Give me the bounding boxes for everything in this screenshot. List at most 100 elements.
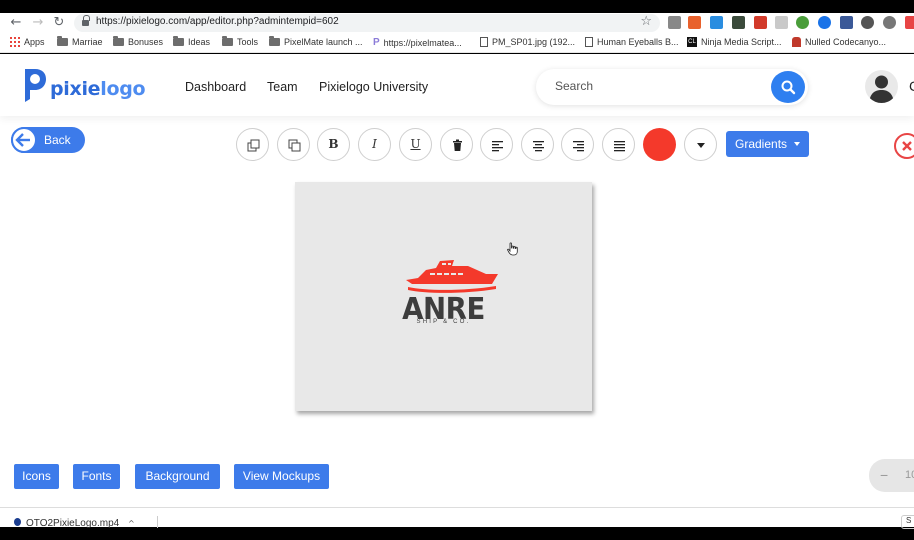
send-backward-button[interactable] — [236, 128, 269, 161]
folder-icon — [113, 36, 124, 46]
download-item[interactable]: OTO2PixieLogo.mp4 ^ — [14, 518, 135, 529]
bold-button[interactable]: B — [317, 128, 350, 161]
background-button[interactable]: Background — [135, 464, 220, 489]
align-left-button[interactable] — [480, 128, 513, 161]
address-bar[interactable]: https://pixielogo.com/app/editor.php?adm… — [74, 14, 660, 32]
bookmark-label: Ideas — [188, 37, 211, 47]
bookmarks-bar: Apps Marriae Bonuses Ideas Tools PixelMa… — [0, 33, 914, 53]
fonts-button[interactable]: Fonts — [73, 464, 120, 489]
editor-page: pixielogo Dashboard Team Pixielogo Unive… — [0, 54, 914, 507]
extension-icon[interactable] — [668, 16, 681, 29]
folder-icon — [173, 36, 184, 46]
apps-grid-icon — [10, 37, 20, 47]
extension-icon[interactable] — [883, 16, 896, 29]
copy-icon — [288, 139, 301, 152]
align-right-icon — [573, 141, 584, 152]
extension-icon[interactable] — [796, 16, 809, 29]
bookmark-link[interactable]: PM_SP01.jpg (192... — [480, 37, 575, 47]
divider — [157, 516, 158, 528]
bookmark-link[interactable]: P https://pixelmatea... — [373, 37, 462, 48]
extension-icon[interactable] — [710, 16, 723, 29]
underline-button[interactable]: U — [399, 128, 432, 161]
folder-icon — [57, 36, 68, 46]
duplicate-button[interactable] — [277, 128, 310, 161]
bookmark-label: Apps — [24, 37, 45, 47]
show-all-button[interactable]: S — [901, 515, 914, 529]
facebook-icon[interactable] — [840, 16, 853, 29]
align-left-icon — [492, 141, 503, 152]
bookmark-folder[interactable]: Tools — [222, 36, 258, 47]
back-button[interactable]: Back — [11, 127, 85, 153]
document-icon — [585, 37, 593, 47]
bookmark-folder[interactable]: PixelMate launch ... — [269, 36, 363, 47]
color-dropdown-button[interactable] — [684, 128, 717, 161]
user-name-initial[interactable]: C — [909, 78, 914, 94]
back-arrow-icon — [11, 127, 37, 153]
bookmark-label: Nulled Codecanyo... — [805, 37, 887, 47]
extension-icon[interactable] — [688, 16, 701, 29]
bookmark-link[interactable]: Nulled Codecanyo... — [792, 37, 886, 47]
lock-icon — [82, 15, 90, 27]
pixelmate-icon: P — [373, 37, 380, 48]
back-arrow-icon[interactable]: ← — [8, 15, 24, 31]
codecanyon-icon — [792, 37, 801, 47]
italic-button[interactable]: I — [358, 128, 391, 161]
extension-icon[interactable] — [818, 16, 831, 29]
logo-tagline[interactable]: SHIP & CO. — [295, 319, 592, 325]
icons-button[interactable]: Icons — [14, 464, 59, 489]
user-avatar-icon — [869, 75, 894, 103]
reload-icon[interactable]: ↻ — [51, 15, 67, 31]
search-input[interactable]: Search — [536, 69, 808, 105]
bookmark-folder[interactable]: Bonuses — [113, 36, 164, 47]
bookmark-folder[interactable]: Ideas — [173, 36, 211, 47]
avatar[interactable] — [865, 70, 898, 103]
top-nav: pixielogo Dashboard Team Pixielogo Unive… — [0, 54, 914, 116]
close-editor-button[interactable] — [894, 133, 914, 159]
bookmark-label: PM_SP01.jpg (192... — [492, 37, 576, 47]
nav-dashboard[interactable]: Dashboard — [185, 80, 246, 94]
pixielogo-logo[interactable]: pixielogo — [50, 78, 146, 100]
bookmark-label: https://pixelmatea... — [383, 37, 462, 48]
bookmark-label: PixelMate launch ... — [284, 37, 363, 47]
align-center-icon — [533, 141, 544, 152]
bookmark-star-icon[interactable]: ☆ — [640, 14, 652, 29]
trash-icon — [453, 139, 462, 151]
chevron-up-icon[interactable]: ^ — [128, 519, 135, 528]
color-picker-swatch[interactable] — [643, 128, 676, 161]
yacht-logo-icon[interactable] — [406, 256, 498, 296]
view-mockups-button[interactable]: View Mockups — [234, 464, 329, 489]
bookmark-label: Marriae — [72, 37, 103, 47]
extension-icon[interactable] — [754, 16, 767, 29]
align-right-button[interactable] — [561, 128, 594, 161]
delete-button[interactable] — [440, 128, 473, 161]
extension-icon[interactable] — [905, 16, 914, 29]
gradients-dropdown-button[interactable]: Gradients — [726, 131, 809, 157]
bookmark-link[interactable]: Human Eyeballs B... — [585, 37, 679, 47]
design-canvas[interactable]: ANRE SHIP & CO. — [295, 182, 592, 411]
forward-arrow-icon[interactable]: → — [30, 15, 46, 31]
bookmark-link[interactable]: CL Ninja Media Script... — [687, 37, 782, 47]
align-center-button[interactable] — [521, 128, 554, 161]
search-button[interactable] — [771, 71, 805, 103]
extension-icon[interactable] — [861, 16, 874, 29]
ninja-media-icon: CL — [687, 37, 697, 47]
justify-button[interactable] — [602, 128, 635, 161]
pixielogo-mark-icon[interactable] — [22, 66, 48, 104]
back-label: Back — [44, 133, 71, 147]
search-placeholder: Search — [555, 79, 594, 93]
bookmark-apps[interactable]: Apps — [10, 37, 45, 47]
video-file-icon — [14, 518, 21, 526]
browser-toolbar: ← → ↻ https://pixielogo.com/app/editor.p… — [0, 13, 914, 33]
nav-pixielogo-university[interactable]: Pixielogo University — [319, 80, 428, 94]
bookmark-folder[interactable]: Marriae — [57, 36, 103, 47]
nav-team[interactable]: Team — [267, 80, 298, 94]
extension-icon[interactable] — [775, 16, 788, 29]
bookmark-label: Bonuses — [128, 37, 164, 47]
hand-cursor-icon — [507, 242, 518, 256]
zoom-out-button[interactable]: − — [880, 467, 888, 483]
bookmark-label: Ninja Media Script... — [701, 37, 782, 47]
folder-icon — [269, 36, 280, 46]
url-text: https://pixielogo.com/app/editor.php?adm… — [96, 16, 339, 27]
bookmark-label: Human Eyeballs B... — [597, 37, 679, 47]
extension-icon[interactable] — [732, 16, 745, 29]
